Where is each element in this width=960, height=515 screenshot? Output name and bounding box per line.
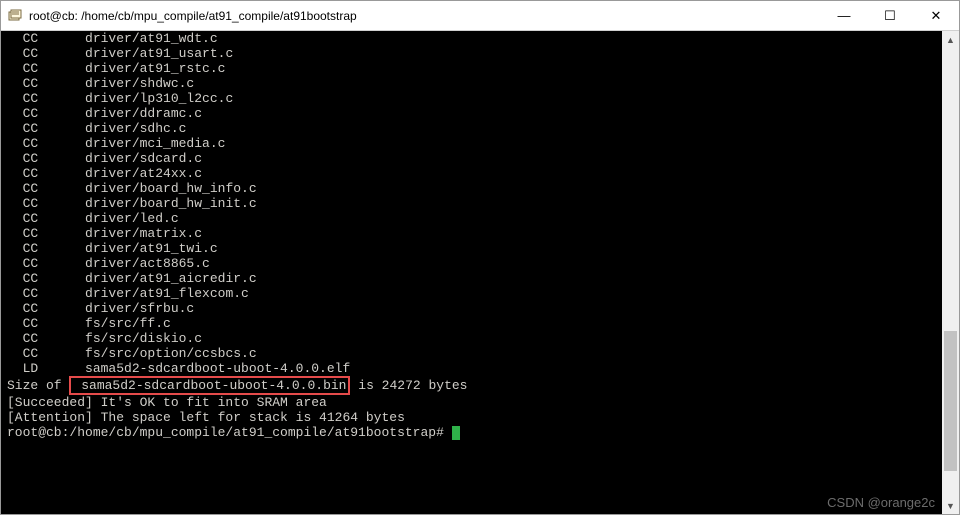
compile-line: CC driver/ddramc.c — [7, 106, 942, 121]
compile-line: CC driver/led.c — [7, 211, 942, 226]
compile-line: CC driver/shdwc.c — [7, 76, 942, 91]
compile-line: CC driver/mci_media.c — [7, 136, 942, 151]
title-bar: root@cb: /home/cb/mpu_compile/at91_compi… — [1, 1, 959, 31]
compile-line: CC driver/lp310_l2cc.c — [7, 91, 942, 106]
scroll-down-button[interactable]: ▼ — [942, 497, 959, 514]
binary-file-highlight: sama5d2-sdcardboot-uboot-4.0.0.bin — [69, 376, 350, 395]
compile-line: CC driver/matrix.c — [7, 226, 942, 241]
compile-line: LD sama5d2-sdcardboot-uboot-4.0.0.elf — [7, 361, 942, 376]
compile-line: CC driver/board_hw_init.c — [7, 196, 942, 211]
compile-line: CC driver/at91_twi.c — [7, 241, 942, 256]
compile-line: CC driver/sdcard.c — [7, 151, 942, 166]
status-attention: [Attention] The space left for stack is … — [7, 410, 942, 425]
size-line: Size of sama5d2-sdcardboot-uboot-4.0.0.b… — [7, 376, 942, 395]
terminal-output[interactable]: CC driver/at91_wdt.c CC driver/at91_usar… — [1, 31, 942, 514]
window-controls: — ☐ ✕ — [821, 1, 959, 31]
compile-line: CC fs/src/diskio.c — [7, 331, 942, 346]
compile-line: CC driver/act8865.c — [7, 256, 942, 271]
terminal-area: CC driver/at91_wdt.c CC driver/at91_usar… — [1, 31, 959, 514]
scrollbar[interactable]: ▲ ▼ — [942, 31, 959, 514]
compile-line: CC driver/at91_rstc.c — [7, 61, 942, 76]
compile-line: CC driver/sfrbu.c — [7, 301, 942, 316]
minimize-button[interactable]: — — [821, 1, 867, 31]
maximize-button[interactable]: ☐ — [867, 1, 913, 31]
app-icon — [7, 8, 23, 24]
prompt-line[interactable]: root@cb:/home/cb/mpu_compile/at91_compil… — [7, 425, 942, 440]
compile-line: CC driver/at91_flexcom.c — [7, 286, 942, 301]
compile-line: CC fs/src/ff.c — [7, 316, 942, 331]
compile-line: CC driver/at91_wdt.c — [7, 31, 942, 46]
scroll-up-button[interactable]: ▲ — [942, 31, 959, 48]
compile-line: CC fs/src/option/ccsbcs.c — [7, 346, 942, 361]
compile-line: CC driver/board_hw_info.c — [7, 181, 942, 196]
watermark: CSDN @orange2c — [827, 495, 935, 510]
window-title: root@cb: /home/cb/mpu_compile/at91_compi… — [29, 9, 821, 23]
compile-line: CC driver/at91_usart.c — [7, 46, 942, 61]
compile-line: CC driver/sdhc.c — [7, 121, 942, 136]
status-succeeded: [Succeeded] It's OK to fit into SRAM are… — [7, 395, 942, 410]
compile-line: CC driver/at91_aicredir.c — [7, 271, 942, 286]
compile-line: CC driver/at24xx.c — [7, 166, 942, 181]
cursor — [452, 426, 460, 440]
close-button[interactable]: ✕ — [913, 1, 959, 31]
scroll-thumb[interactable] — [944, 331, 957, 471]
